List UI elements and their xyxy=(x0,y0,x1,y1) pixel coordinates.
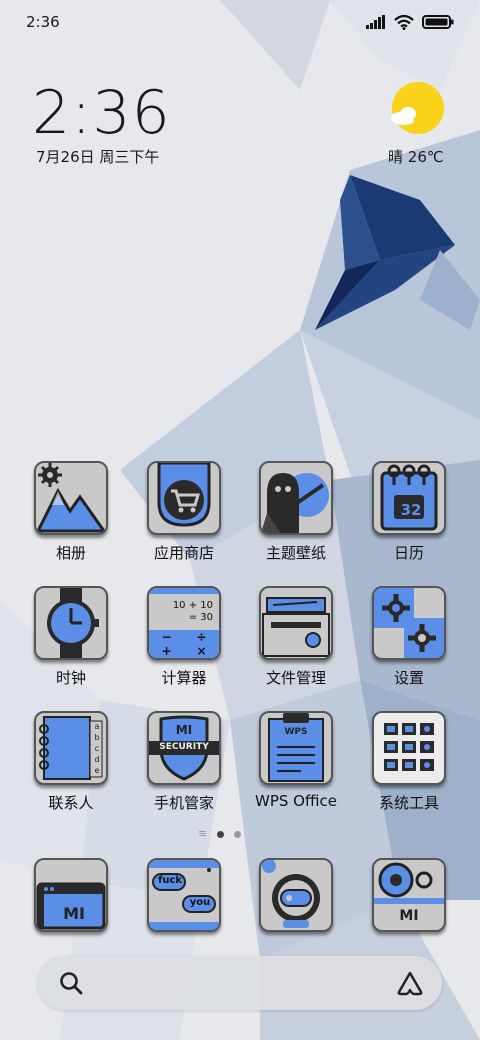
weather-text: 晴 26℃ xyxy=(388,146,444,167)
calc-key: − xyxy=(161,630,172,644)
calendar-day: 32 xyxy=(400,501,422,519)
app-gallery[interactable]: 相册 xyxy=(21,461,121,563)
status-bar: 2:36 xyxy=(0,0,480,44)
weather-condition: 晴 xyxy=(388,148,404,166)
page-dot xyxy=(234,830,242,838)
wifi-icon xyxy=(394,14,414,30)
calc-line-2: = 30 xyxy=(188,612,213,623)
widget-date: 7月26日 周三下午 xyxy=(36,148,160,166)
dock-app-astronaut[interactable] xyxy=(259,858,333,932)
widget-clock[interactable]: 2:36 xyxy=(32,78,171,148)
dock-app-browser[interactable]: MI xyxy=(34,858,108,932)
calc-key: + xyxy=(161,644,172,658)
app-app-store[interactable]: 应用商店 xyxy=(134,461,234,563)
gears-icon xyxy=(374,588,444,658)
app-file-manager[interactable]: 文件管理 xyxy=(246,586,346,688)
page-indicator[interactable]: ≡ xyxy=(198,827,242,840)
app-calculator[interactable]: 10 + 10 = 30 − ÷ + × 计算器 xyxy=(134,586,234,688)
calc-key: × xyxy=(196,644,207,658)
assistant-icon[interactable] xyxy=(396,970,424,996)
calendar-icon xyxy=(380,464,438,531)
app-label: WPS Office xyxy=(255,792,337,810)
app-label: 时钟 xyxy=(55,669,86,687)
sun-cloud-icon[interactable] xyxy=(386,82,446,138)
messages-icon xyxy=(149,860,219,930)
contacts-tab: a xyxy=(94,722,100,731)
shopping-cart-icon xyxy=(157,463,211,527)
app-label: 手机管家 xyxy=(153,794,214,812)
file-folder-icon xyxy=(262,597,330,657)
app-calendar[interactable]: 32 日历 xyxy=(359,461,459,563)
calc-line-1: 10 + 10 xyxy=(172,600,213,611)
message-bubble: fuck xyxy=(157,875,183,886)
app-themes[interactable]: 主题壁纸 xyxy=(246,461,346,563)
clipboard-icon xyxy=(268,713,324,782)
app-clock[interactable]: 时钟 xyxy=(21,586,121,688)
ghost-brush-icon xyxy=(261,473,329,533)
contacts-tab: c xyxy=(94,744,100,753)
app-system-tools[interactable]: 系统工具 xyxy=(359,711,459,813)
app-label: 应用商店 xyxy=(153,544,214,562)
contacts-tab: b xyxy=(94,733,100,742)
app-label: 联系人 xyxy=(48,794,94,812)
mountain-gear-icon xyxy=(36,463,106,533)
dock-app-camera[interactable]: MI xyxy=(372,858,446,932)
security-logo: MI xyxy=(175,723,193,737)
watch-icon xyxy=(47,588,99,658)
app-security[interactable]: MI SECURITY 手机管家 xyxy=(134,711,234,813)
app-label: 系统工具 xyxy=(378,794,439,812)
contacts-tab: d xyxy=(94,755,100,764)
dock-app-messages[interactable]: fuck you xyxy=(147,858,221,932)
app-label: 设置 xyxy=(393,669,424,687)
security-banner: SECURITY xyxy=(159,742,209,752)
app-label: 相册 xyxy=(55,544,86,562)
calc-key: ÷ xyxy=(196,630,207,644)
app-label: 文件管理 xyxy=(265,669,326,687)
search-icon[interactable] xyxy=(58,970,84,996)
weather-temperature: 26℃ xyxy=(407,148,444,166)
menu-lines-icon: ≡ xyxy=(198,827,208,840)
app-label: 计算器 xyxy=(161,669,207,687)
app-label: 日历 xyxy=(393,544,424,562)
browser-logo: MI xyxy=(63,904,85,923)
camera-logo: MI xyxy=(399,908,419,924)
status-time: 2:36 xyxy=(26,13,60,31)
wps-doc-text: WPS xyxy=(284,727,308,737)
app-wps-office[interactable]: WPS WPS Office xyxy=(246,711,346,810)
search-bar[interactable] xyxy=(38,956,442,1010)
app-settings[interactable]: 设置 xyxy=(359,586,459,688)
app-label: 主题壁纸 xyxy=(265,544,326,562)
page-dot-active xyxy=(217,830,225,838)
tools-folder-icon xyxy=(384,723,434,771)
calculator-keypad: − ÷ + × xyxy=(149,630,219,658)
message-bubble: you xyxy=(189,897,211,908)
astronaut-icon xyxy=(262,860,320,928)
app-contacts[interactable]: a b c d e 联系人 xyxy=(21,711,121,813)
contacts-tab: e xyxy=(94,766,100,775)
signal-icon xyxy=(366,15,385,29)
battery-icon xyxy=(422,15,454,29)
